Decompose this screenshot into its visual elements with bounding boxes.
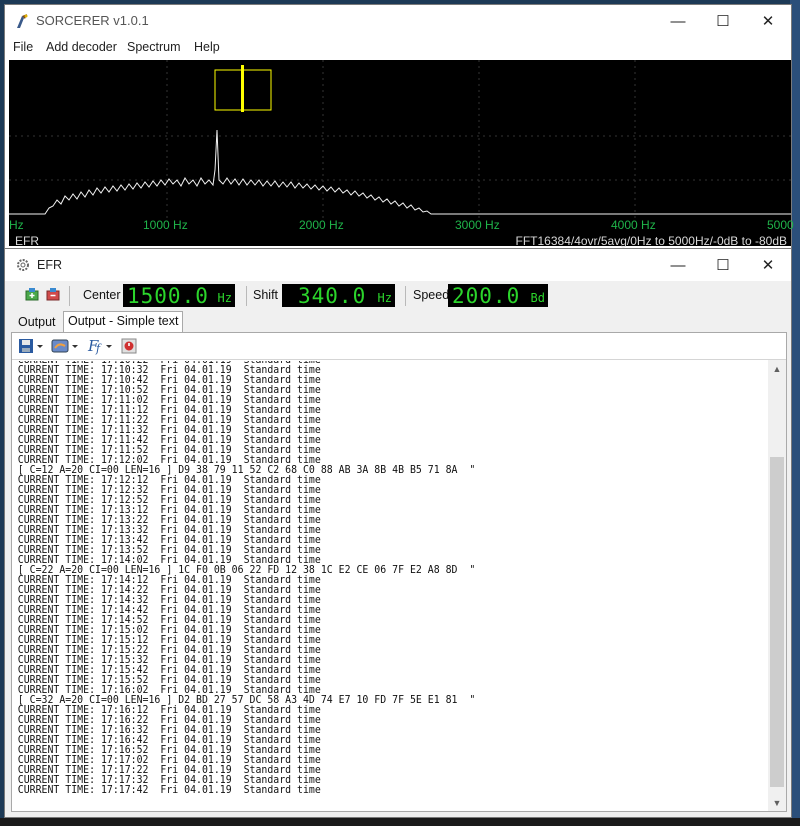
minimize-button[interactable]: — <box>655 5 701 37</box>
speed-value: 200.0 <box>452 284 521 308</box>
fft-info: FFT16384/4ovr/5avg/0Hz to 5000Hz/-0dB to… <box>515 234 787 248</box>
shift-value: 340.0 <box>298 284 367 308</box>
gear-icon <box>17 259 29 271</box>
vertical-scrollbar[interactable]: ▲ ▼ <box>768 360 786 811</box>
menu-spectrum[interactable]: Spectrum <box>127 40 181 54</box>
sorcerer-app-icon <box>17 14 28 28</box>
decoder-toolbar: Center 1500.0 Hz Shift 340.0 Hz Speed 20… <box>5 281 791 311</box>
toolbar-separator <box>69 286 70 306</box>
freq-label: Hz <box>9 218 24 232</box>
decoder-window: EFR — ☐ ✕ Center 1500.0 Hz Shift 340.0 H… <box>4 248 792 818</box>
scrollbar-thumb[interactable] <box>770 457 784 787</box>
maximize-button[interactable]: ☐ <box>700 5 746 37</box>
menu-bar: File Add decoder Spectrum Help <box>5 37 791 59</box>
main-titlebar[interactable]: SORCERER v1.0.1 — ☐ ✕ <box>5 5 791 37</box>
font-dropdown[interactable]: F f <box>86 337 116 355</box>
tab-output-simple-text[interactable]: Output - Simple text <box>63 311 184 333</box>
taskbar-edge <box>0 818 800 826</box>
tab-output[interactable]: Output <box>14 313 60 331</box>
spectrum-display[interactable]: Hz 1000 Hz 2000 Hz 3000 Hz 4000 Hz 5000 … <box>9 60 794 248</box>
output-panel: F f CURRENT TIME: 17:10:22 Fri 04.01.19 … <box>11 332 787 812</box>
output-tabs: Output Output - Simple text <box>5 311 791 333</box>
minimize-icon: — <box>670 256 686 274</box>
speed-label: Speed <box>413 288 450 302</box>
freq-label: 3000 Hz <box>455 218 500 232</box>
svg-text:f: f <box>95 342 102 355</box>
decoder-close-button[interactable]: ✕ <box>745 249 791 281</box>
close-button[interactable]: ✕ <box>745 5 791 37</box>
center-value: 1500.0 <box>127 284 209 308</box>
speed-display[interactable]: 200.0 Bd <box>448 284 548 308</box>
spectrum-trace <box>9 129 791 215</box>
minimize-icon: — <box>670 12 686 30</box>
shift-display[interactable]: 340.0 Hz <box>282 284 395 308</box>
decoder-maximize-button[interactable]: ☐ <box>700 249 746 281</box>
output-toolbar: F f <box>12 333 786 360</box>
add-decoder-icon[interactable] <box>23 286 41 304</box>
center-label: Center <box>83 288 121 302</box>
shift-unit: Hz <box>377 291 392 305</box>
maximize-icon: ☐ <box>716 13 730 30</box>
menu-help[interactable]: Help <box>194 40 220 54</box>
decoder-minimize-button[interactable]: — <box>655 249 701 281</box>
center-frequency-display[interactable]: 1500.0 Hz <box>123 284 235 308</box>
display-options-dropdown[interactable] <box>51 337 81 355</box>
decoder-titlebar[interactable]: EFR — ☐ ✕ <box>5 249 791 281</box>
toolbar-separator <box>405 286 406 306</box>
output-text-area[interactable]: CURRENT TIME: 17:10:22 Fri 04.01.19 Stan… <box>14 361 766 807</box>
main-window-title: SORCERER v1.0.1 <box>36 13 149 28</box>
menu-add-decoder[interactable]: Add decoder <box>46 40 117 54</box>
main-window: SORCERER v1.0.1 — ☐ ✕ File Add decoder S… <box>4 4 794 250</box>
output-line: CURRENT TIME: 17:17:42 Fri 04.01.19 Stan… <box>17 784 321 796</box>
freq-label: 5000 <box>767 218 794 232</box>
toolbar-separator <box>246 286 247 306</box>
close-icon: ✕ <box>761 13 775 30</box>
freq-label: 1000 Hz <box>143 218 188 232</box>
clear-output-icon[interactable] <box>120 337 138 355</box>
save-dropdown[interactable] <box>18 337 46 355</box>
freq-label: 4000 Hz <box>611 218 656 232</box>
speed-unit: Bd <box>530 291 545 305</box>
remove-decoder-icon[interactable] <box>44 286 62 304</box>
shift-label: Shift <box>253 288 279 302</box>
freq-label: 2000 Hz <box>299 218 344 232</box>
decoder-tag: EFR <box>15 234 39 248</box>
menu-file[interactable]: File <box>13 40 33 54</box>
decoder-center-marker <box>241 65 244 112</box>
close-icon: ✕ <box>761 257 775 274</box>
spectrum-plot <box>9 60 791 220</box>
scroll-up-icon[interactable]: ▲ <box>768 360 786 377</box>
maximize-icon: ☐ <box>716 257 730 274</box>
center-unit: Hz <box>217 291 232 305</box>
scroll-down-icon[interactable]: ▼ <box>768 794 786 811</box>
decoder-window-title: EFR <box>37 258 62 272</box>
